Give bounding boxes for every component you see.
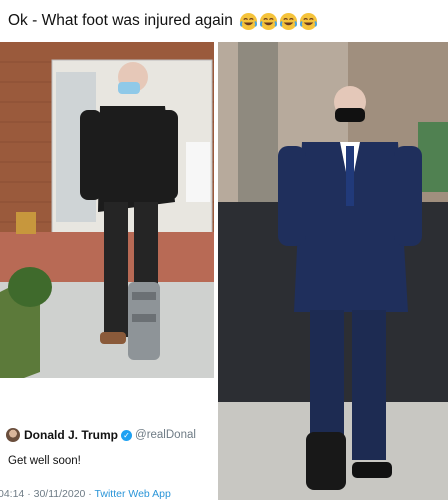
caption-text: Ok - What foot was injured again — [8, 12, 233, 29]
walking-boot — [306, 432, 346, 490]
face-with-tears-of-joy-icon — [259, 12, 277, 30]
tweet-text: Get well soon! — [8, 455, 81, 467]
face-with-tears-of-joy-icon — [279, 12, 297, 30]
face-with-tears-of-joy-icon — [239, 12, 257, 30]
emoji-group — [239, 12, 318, 31]
shrub — [8, 267, 52, 307]
tweet-handle: @realDonal — [135, 429, 196, 441]
meme-caption: Ok - What foot was injured again — [0, 0, 448, 42]
avatar — [6, 428, 20, 442]
right-photo-scene — [218, 42, 448, 500]
verified-badge-icon: ✓ — [121, 429, 133, 441]
tweet-time: 04:14 · 30/11/2020 · — [0, 488, 95, 500]
tweet-metadata: 04:14 · 30/11/2020 · Twitter Web App — [0, 488, 171, 500]
face-with-tears-of-joy-icon — [299, 12, 317, 30]
tweet-header: Donald J. Trump ✓ @realDonal — [6, 428, 196, 442]
right-photo — [218, 42, 448, 500]
tweet-author-name: Donald J. Trump — [24, 428, 119, 442]
trees — [418, 122, 448, 192]
window-sign — [186, 142, 210, 202]
tweet-card: Donald J. Trump ✓ @realDonal Get well so… — [0, 378, 214, 500]
tweet-source: Twitter Web App — [94, 488, 171, 500]
flower-pot — [16, 212, 36, 234]
